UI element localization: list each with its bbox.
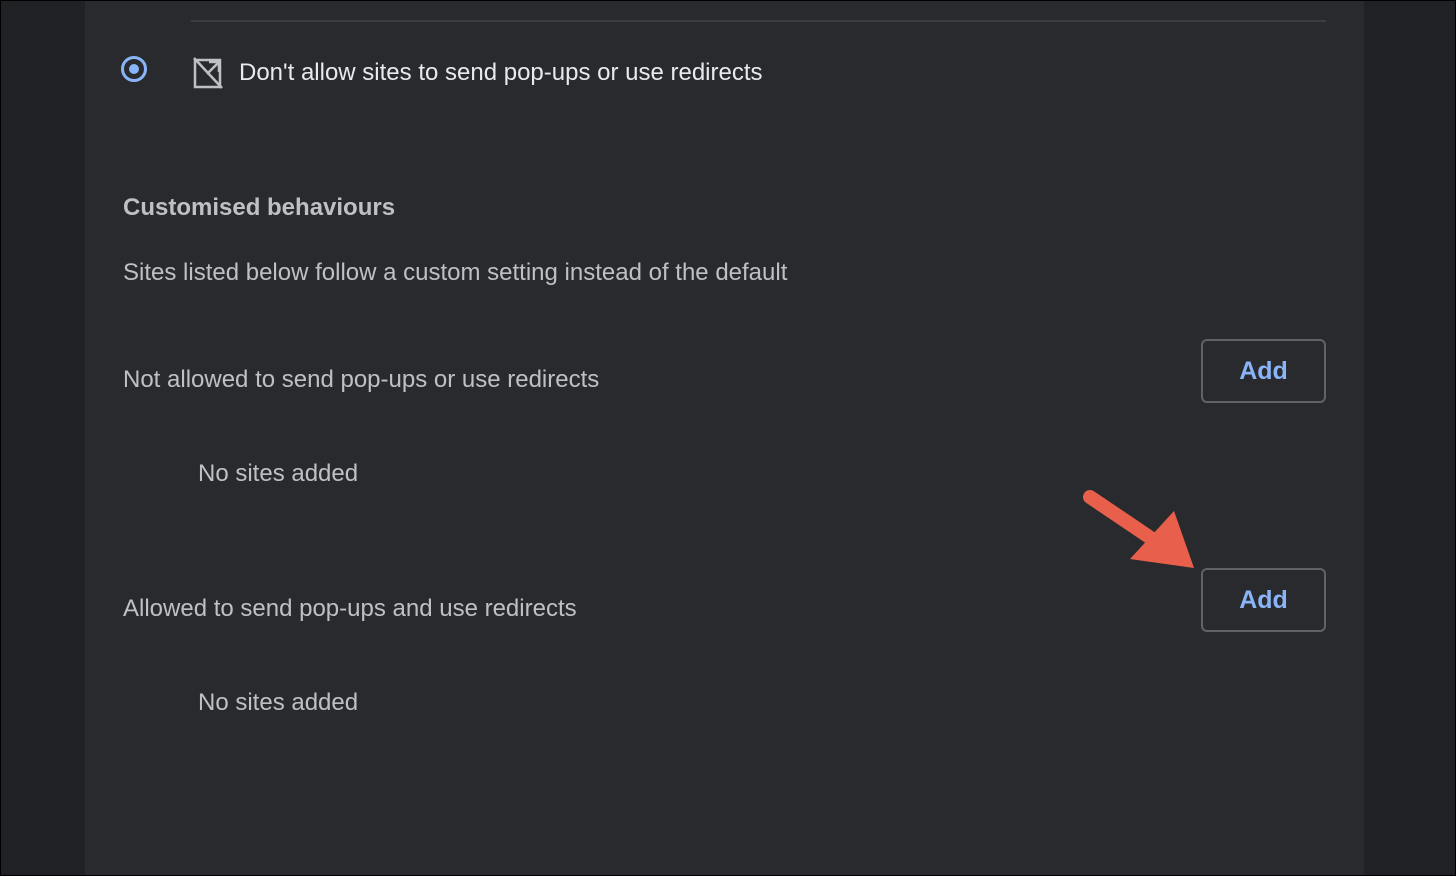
annotation-arrow-icon [1076,481,1206,581]
radio-selected-dot [129,64,139,74]
not-allowed-list-title: Not allowed to send pop-ups or use redir… [123,366,600,393]
allowed-list-title: Allowed to send pop-ups and use redirect… [123,595,577,622]
screenshot-frame: Don't allow sites to send pop-ups or use… [0,0,1456,876]
add-allowed-site-button[interactable]: Add [1201,568,1326,632]
not-allowed-empty-text: No sites added [198,460,359,487]
add-not-allowed-site-button[interactable]: Add [1201,339,1326,403]
customised-behaviours-description: Sites listed below follow a custom setti… [123,259,788,286]
block-popups-label: Don't allow sites to send pop-ups or use… [239,59,763,86]
settings-panel [85,1,1364,875]
section-divider [191,20,1326,22]
customised-behaviours-heading: Customised behaviours [123,194,396,221]
block-popups-radio[interactable] [121,56,147,82]
allowed-empty-text: No sites added [198,689,359,716]
popup-blocked-icon [192,56,224,90]
